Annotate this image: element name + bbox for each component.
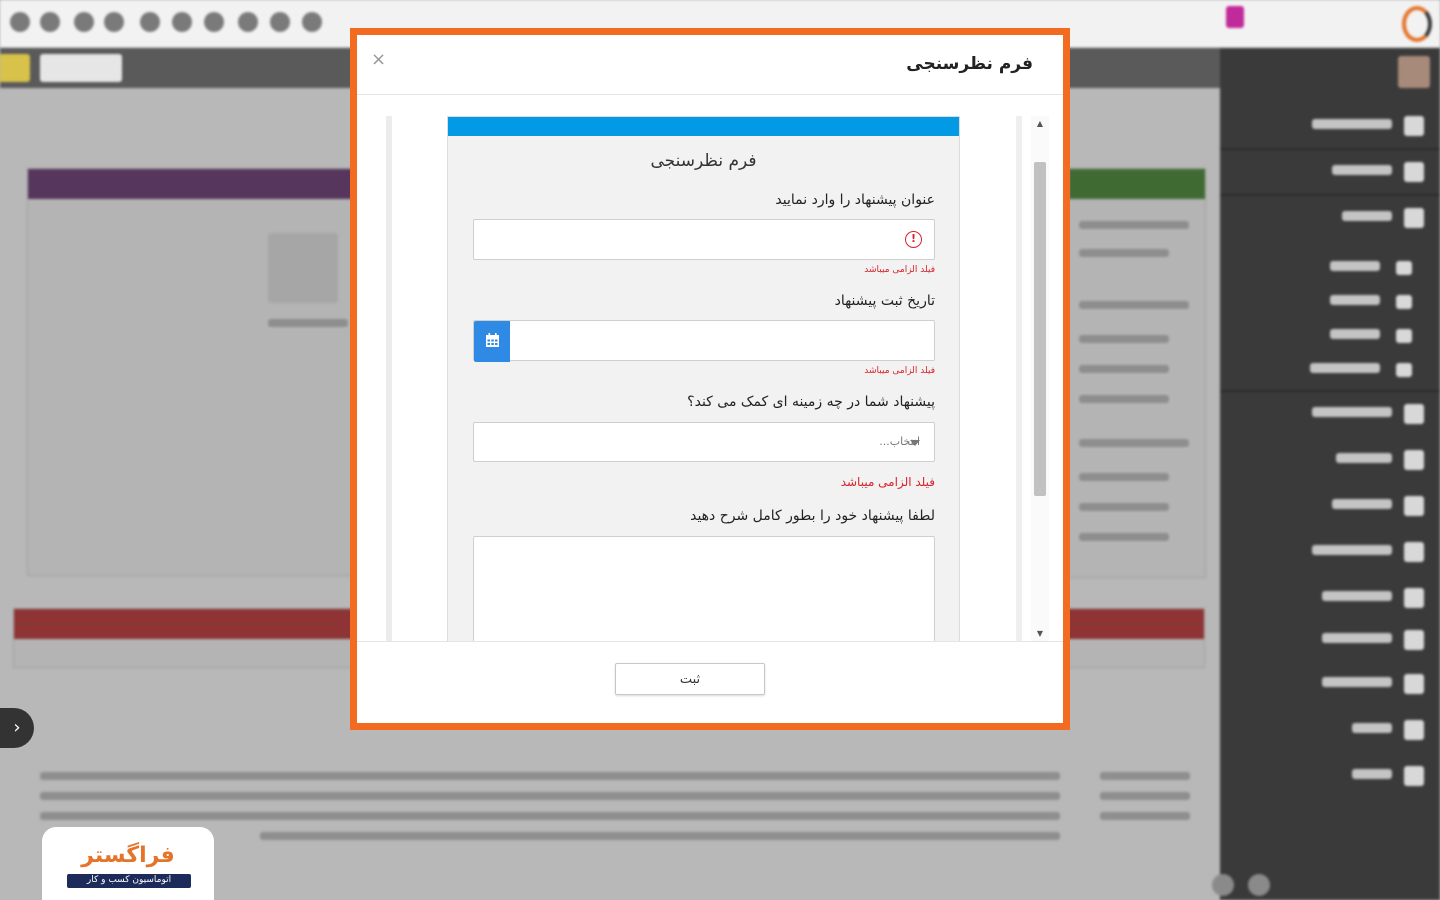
select-placeholder: انتخاب...	[879, 435, 920, 448]
scroll-up-icon[interactable]: ▲	[1031, 116, 1049, 132]
speaker-icon[interactable]	[10, 12, 30, 32]
sidebar-item[interactable]	[1220, 152, 1440, 192]
sidebar-item[interactable]	[1220, 620, 1440, 660]
chevron-down-icon	[910, 440, 920, 446]
survey-form: فرم نظرسنجی عنوان پیشنهاد را وارد نمایید…	[447, 116, 960, 642]
sidebar-subitem[interactable]	[1220, 350, 1440, 390]
suggestion-description-label: لطفا پیشنهاد خود را بطور کامل شرح دهید	[690, 508, 935, 524]
sidebar-item[interactable]	[1220, 486, 1440, 526]
avatar	[1398, 56, 1430, 88]
app-logo-icon	[1402, 6, 1432, 42]
required-message: فیلد الزامی میباشد	[840, 475, 935, 489]
sidebar	[1212, 48, 1440, 900]
sidebar-item[interactable]	[1220, 756, 1440, 796]
sidebar-item[interactable]	[1220, 664, 1440, 704]
chevron-down-icon	[1404, 766, 1424, 786]
notification-icon[interactable]	[270, 12, 290, 32]
suggestion-date-input[interactable]	[473, 320, 935, 362]
archive-icon	[1404, 630, 1424, 650]
folder-icon	[1396, 329, 1412, 343]
calendar-button[interactable]	[474, 321, 510, 362]
edit-icon	[1404, 450, 1424, 470]
modal-footer: ثبت	[357, 641, 1063, 730]
text-icon[interactable]	[238, 12, 258, 32]
microphone-icon[interactable]	[204, 12, 224, 32]
flag-icon	[1404, 542, 1424, 562]
widget-panel-right	[1068, 168, 1206, 578]
folder-icon	[1396, 363, 1412, 377]
help-icon[interactable]	[172, 12, 192, 32]
scrollbar[interactable]: ▲ ▼	[1031, 116, 1049, 642]
suggestion-description-textarea[interactable]	[473, 536, 935, 642]
brand-tagline: اتوماسیون کسب و کار	[86, 875, 172, 885]
gear-icon[interactable]	[74, 12, 94, 32]
sidebar-item[interactable]	[1220, 106, 1440, 146]
form-title: فرم نظرسنجی	[650, 151, 757, 171]
suggestion-title-label: عنوان پیشنهاد را وارد نمایید	[775, 192, 935, 208]
sidebar-item[interactable]	[1220, 198, 1440, 238]
search-icon	[1404, 720, 1424, 740]
add-icon[interactable]	[1248, 874, 1270, 896]
form-frame: ▲ ▼ فرم نظرسنجی عنوان پیشنهاد را وارد نم…	[386, 116, 1054, 642]
folder-icon	[1396, 295, 1412, 309]
org-chart-icon[interactable]	[40, 12, 60, 32]
chat-icon[interactable]	[140, 12, 160, 32]
modal-title: فرم نظرسنجی	[906, 54, 1033, 74]
required-message: فیلد الزامی میباشد	[864, 265, 935, 275]
group-logo-icon	[1226, 6, 1244, 28]
inbox-icon	[1404, 208, 1424, 228]
survey-modal: فرم نظرسنجی × ▲ ▼ فرم نظرسنجی عنوان پیشن…	[350, 28, 1070, 730]
inbox-icon	[1404, 162, 1424, 182]
dropdown-button[interactable]	[40, 54, 122, 82]
close-icon[interactable]: ×	[371, 49, 386, 70]
group-icon[interactable]	[104, 12, 124, 32]
checkbox-icon	[1404, 496, 1424, 516]
folder-icon	[1396, 261, 1412, 275]
modal-body: ▲ ▼ فرم نظرسنجی عنوان پیشنهاد را وارد نم…	[357, 96, 1063, 642]
brand-name: فراگستر	[81, 843, 175, 868]
sidebar-item[interactable]	[1220, 440, 1440, 480]
suggestion-area-label: پیشنهاد شما در چه زمینه ای کمک می کند؟	[687, 394, 935, 410]
suggestion-date-label: تاریخ ثبت پیشنهاد	[834, 293, 935, 309]
sidebar-item[interactable]	[1220, 710, 1440, 750]
archive-icon	[1404, 674, 1424, 694]
sidebar-item[interactable]	[1220, 532, 1440, 572]
scrollbar-thumb[interactable]	[1034, 162, 1046, 496]
settings-icon[interactable]	[1212, 874, 1234, 896]
form-header-bar	[448, 117, 959, 136]
error-icon: !	[905, 231, 922, 248]
suggestion-title-input[interactable]: !	[473, 219, 935, 260]
suggestion-area-select[interactable]: انتخاب...	[473, 422, 935, 462]
grid-icon	[1404, 404, 1424, 424]
sidebar-item[interactable]	[1220, 394, 1440, 434]
calendar-icon	[486, 333, 499, 347]
user-profile[interactable]	[1230, 56, 1430, 92]
toggle-button[interactable]	[0, 54, 30, 82]
required-message: فیلد الزامی میباشد	[864, 366, 935, 376]
modal-header: فرم نظرسنجی ×	[357, 35, 1063, 95]
brand-logo: فراگستر اتوماسیون کسب و کار	[42, 827, 214, 900]
widget-panel-left	[27, 168, 357, 576]
submit-button[interactable]: ثبت	[615, 663, 765, 695]
home-icon	[1404, 116, 1424, 136]
comment-icon	[1404, 588, 1424, 608]
scroll-down-icon[interactable]: ▼	[1031, 626, 1049, 642]
sidebar-item[interactable]	[1220, 578, 1440, 618]
network-icon[interactable]	[302, 12, 322, 32]
